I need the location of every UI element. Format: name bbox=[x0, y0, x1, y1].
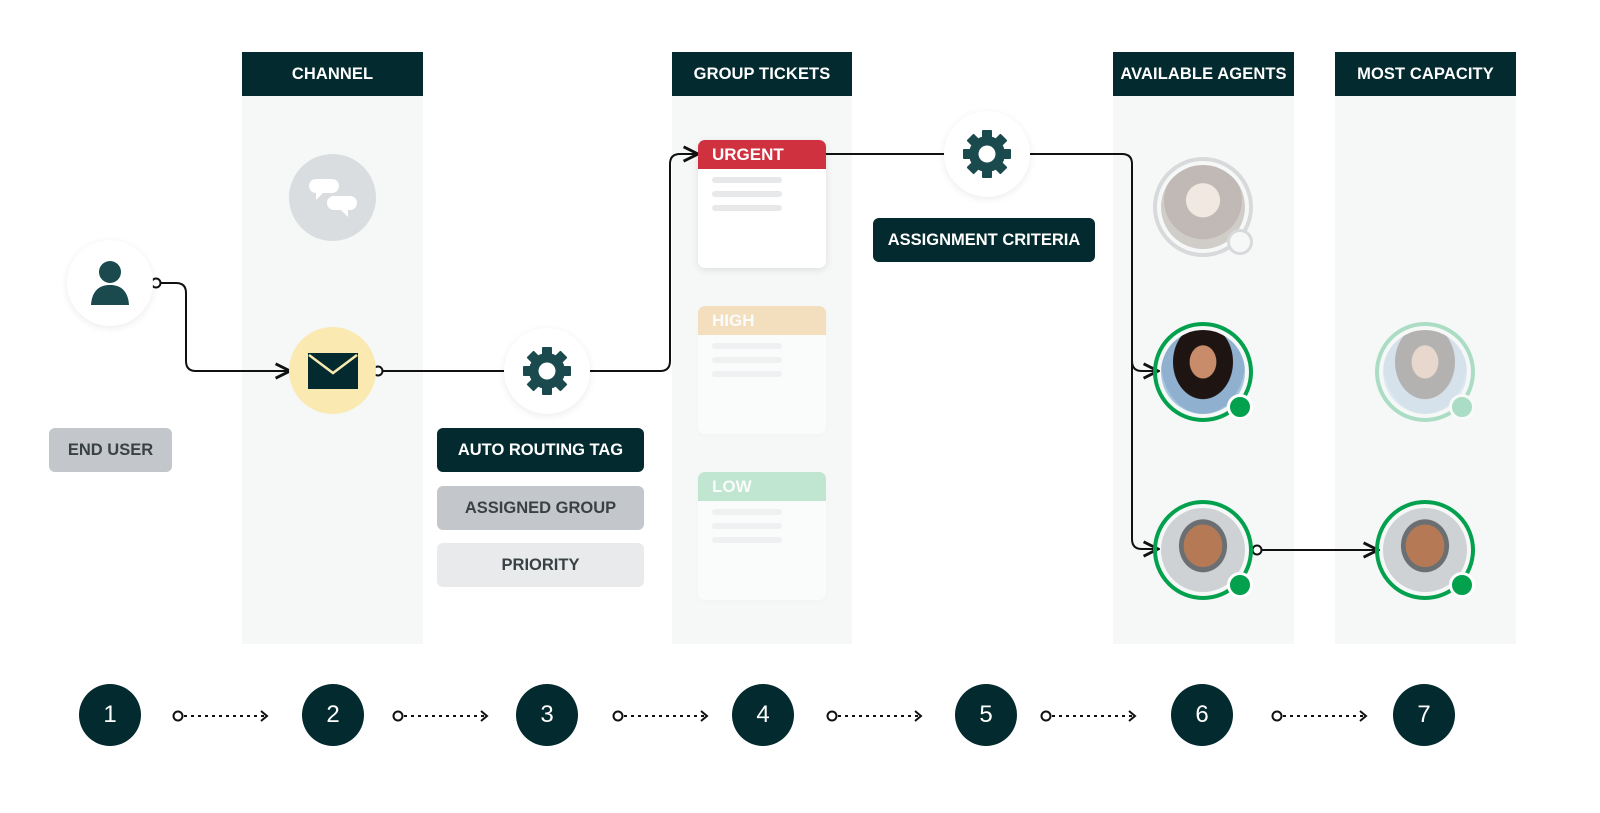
step-7: 7 bbox=[1393, 684, 1455, 746]
step-arrow-2 bbox=[392, 710, 489, 722]
step-3: 3 bbox=[516, 684, 578, 746]
ticket-text-line bbox=[712, 205, 782, 211]
step-2: 2 bbox=[302, 684, 364, 746]
ticket-text-line bbox=[712, 357, 782, 363]
status-dot-online bbox=[1227, 572, 1253, 598]
ticket-low-label: LOW bbox=[698, 472, 826, 501]
envelope-icon bbox=[307, 352, 358, 389]
column-header-available-agents: AVAILABLE AGENTS bbox=[1113, 52, 1294, 96]
gear-icon bbox=[963, 130, 1011, 178]
chat-channel-node[interactable] bbox=[289, 154, 376, 241]
agent-avatar-2[interactable] bbox=[1153, 322, 1253, 422]
tag-assigned-group[interactable]: ASSIGNED GROUP bbox=[437, 486, 644, 530]
end-user-node[interactable] bbox=[67, 240, 153, 326]
email-channel-node[interactable] bbox=[289, 327, 376, 414]
ticket-urgent[interactable]: URGENT bbox=[698, 140, 826, 268]
ticket-text-line bbox=[712, 371, 782, 377]
assignment-criteria-label[interactable]: ASSIGNMENT CRITERIA bbox=[873, 218, 1095, 262]
tag-priority[interactable]: PRIORITY bbox=[437, 543, 644, 587]
ticket-text-line bbox=[712, 509, 782, 515]
step-arrow-5 bbox=[1040, 710, 1137, 722]
person-icon bbox=[91, 261, 129, 305]
capacity-avatar-agent-3[interactable] bbox=[1375, 500, 1475, 600]
step-5: 5 bbox=[955, 684, 1017, 746]
agent-avatar-3[interactable] bbox=[1153, 500, 1253, 600]
ticket-low[interactable]: LOW bbox=[698, 472, 826, 600]
status-dot-online bbox=[1449, 572, 1475, 598]
status-dot-offline bbox=[1227, 229, 1253, 255]
end-user-label: END USER bbox=[49, 428, 172, 472]
step-1: 1 bbox=[79, 684, 141, 746]
step-arrow-1 bbox=[172, 710, 269, 722]
routing-gear-node[interactable] bbox=[504, 328, 590, 414]
tag-auto-routing[interactable]: AUTO ROUTING TAG bbox=[437, 428, 644, 472]
capacity-avatar-agent-2[interactable] bbox=[1375, 322, 1475, 422]
ticket-high-label: HIGH bbox=[698, 306, 826, 335]
step-arrow-4 bbox=[826, 710, 923, 722]
step-4: 4 bbox=[732, 684, 794, 746]
column-header-channel: CHANNEL bbox=[242, 52, 423, 96]
status-dot-online bbox=[1449, 394, 1475, 420]
column-header-group-tickets: GROUP TICKETS bbox=[672, 52, 852, 96]
ticket-text-line bbox=[712, 523, 782, 529]
gear-icon bbox=[523, 347, 571, 395]
ticket-high[interactable]: HIGH bbox=[698, 306, 826, 434]
ticket-text-line bbox=[712, 537, 782, 543]
step-arrow-6 bbox=[1271, 710, 1368, 722]
assignment-gear-node[interactable] bbox=[944, 111, 1030, 197]
agent-avatar-1[interactable] bbox=[1153, 157, 1253, 257]
ticket-text-line bbox=[712, 191, 782, 197]
chat-bubbles-icon bbox=[308, 178, 357, 217]
ticket-urgent-label: URGENT bbox=[698, 140, 826, 169]
ticket-text-line bbox=[712, 343, 782, 349]
status-dot-online bbox=[1227, 394, 1253, 420]
step-arrow-3 bbox=[612, 710, 709, 722]
column-header-most-capacity: MOST CAPACITY bbox=[1335, 52, 1516, 96]
ticket-text-line bbox=[712, 177, 782, 183]
step-6: 6 bbox=[1171, 684, 1233, 746]
